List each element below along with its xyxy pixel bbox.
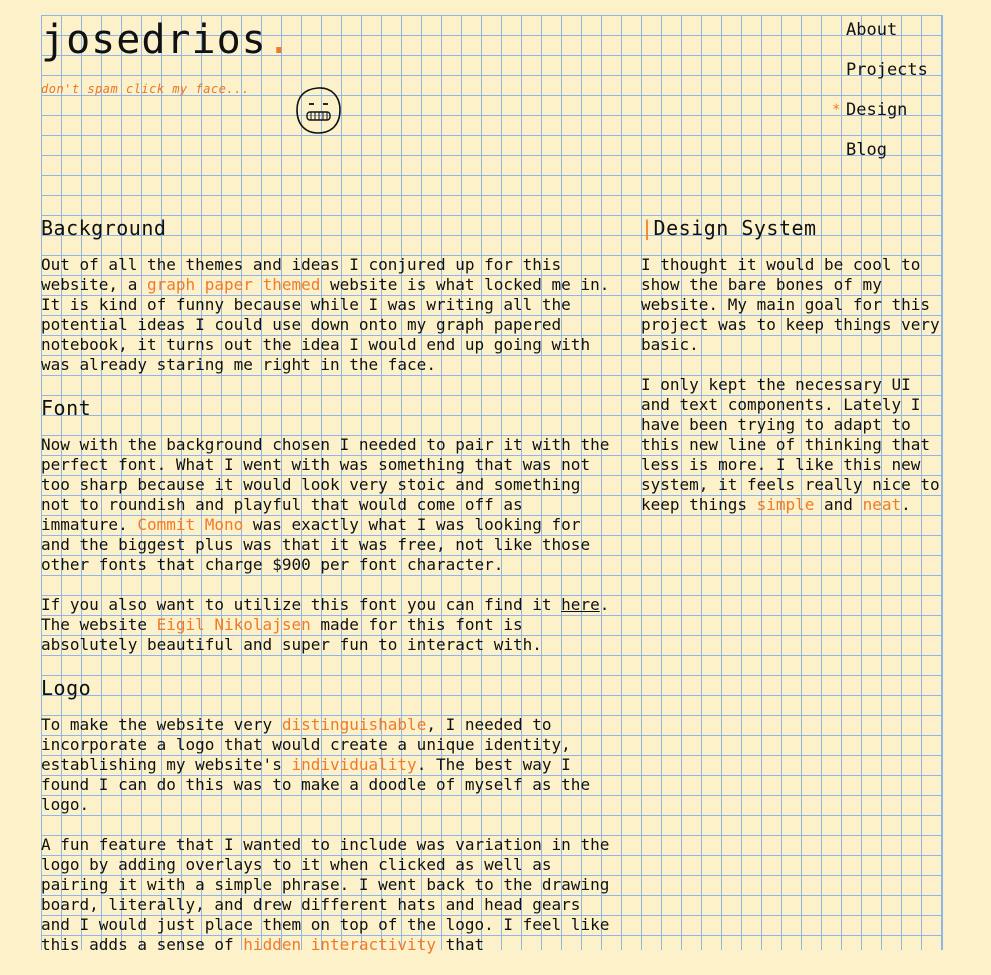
- commit-mono-link[interactable]: Commit Mono: [137, 515, 243, 534]
- nav-item-blog[interactable]: Blog: [832, 138, 928, 178]
- main-nav: About Projects * Design Blog: [832, 18, 928, 178]
- nav-item-label: Projects: [846, 60, 928, 80]
- hidden-interactivity-link[interactable]: hidden interactivity: [243, 935, 436, 954]
- nav-item-design[interactable]: * Design: [832, 98, 928, 138]
- font-paragraph-2: If you also want to utilize this font yo…: [41, 595, 619, 654]
- eigil-nikolajsen-link[interactable]: Eigil Nikolajsen: [157, 615, 311, 634]
- individuality-link[interactable]: individuality: [291, 755, 416, 774]
- site-logo[interactable]: josedrios.: [41, 15, 292, 65]
- graph-paper-link[interactable]: graph paper themed: [147, 275, 320, 294]
- section-heading-font: Font: [41, 396, 92, 420]
- main-content: Background Out of all the themes and ide…: [41, 215, 611, 975]
- nav-item-label: Design: [846, 100, 908, 120]
- background-paragraph: Out of all the themes and ideas I conjur…: [41, 255, 619, 374]
- design-system-aside: |Design System I thought it would be coo…: [641, 215, 941, 535]
- logo-paragraph-2: A fun feature that I wanted to include w…: [41, 835, 619, 954]
- nav-item-projects[interactable]: Projects: [832, 58, 928, 98]
- distinguishable-link[interactable]: distinguishable: [282, 715, 427, 734]
- aside-paragraph-2: I only kept the necessary UI and text co…: [641, 375, 950, 514]
- heading-bar-marker: |: [641, 216, 654, 240]
- nav-item-label: Blog: [846, 140, 887, 160]
- logo-tagline: don't spam click my face...: [41, 82, 250, 96]
- nav-item-about[interactable]: About: [832, 18, 928, 58]
- active-star-icon: *: [832, 102, 841, 118]
- here-link[interactable]: here: [561, 595, 600, 614]
- aside-paragraph-1: I thought it would be cool to show the b…: [641, 255, 950, 354]
- logo-dot: .: [266, 17, 292, 63]
- section-heading-logo: Logo: [41, 676, 92, 700]
- neat-link[interactable]: neat: [863, 495, 902, 514]
- section-heading-background: Background: [41, 216, 167, 240]
- font-paragraph-1: Now with the background chosen I needed …: [41, 435, 619, 574]
- nav-item-label: About: [846, 20, 898, 40]
- face-doodle-icon[interactable]: [292, 84, 344, 136]
- logo-paragraph-1: To make the website very distinguishable…: [41, 715, 600, 814]
- aside-heading: |Design System: [641, 216, 817, 240]
- logo-text: josedrios: [41, 17, 267, 63]
- simple-link[interactable]: simple: [757, 495, 815, 514]
